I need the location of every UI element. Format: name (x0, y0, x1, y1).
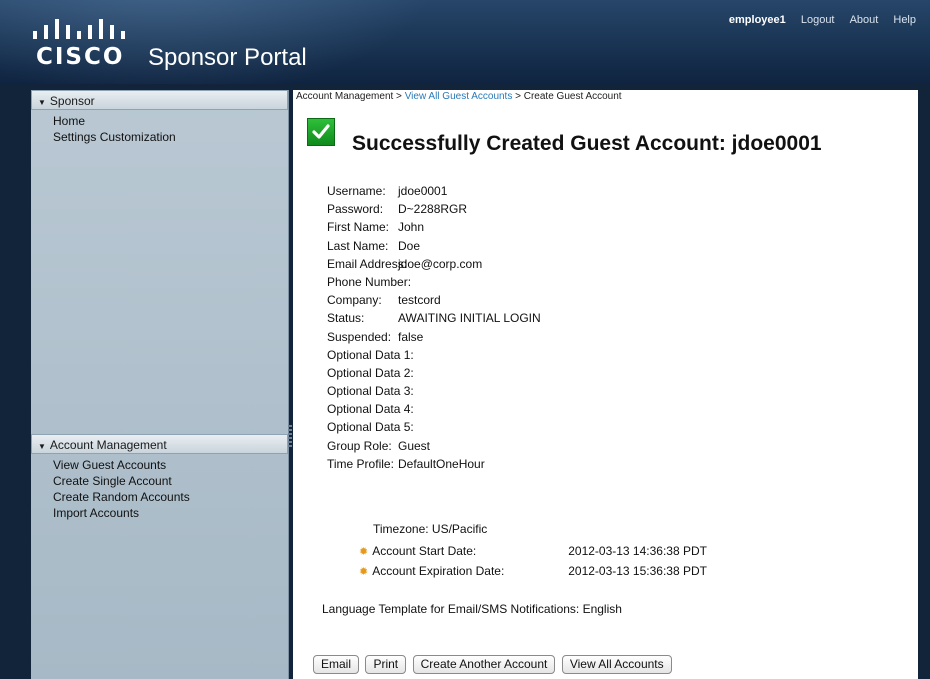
detail-value: John (398, 220, 425, 235)
breadcrumb-create-guest-account: > Create Guest Account (515, 91, 622, 102)
detail-label: Optional Data 5: (327, 420, 414, 435)
detail-label: Company: (327, 293, 382, 308)
account-details: Username: jdoe0001 Password: D~2288RGR Fir… (327, 182, 541, 473)
start-date-value: 2012-03-13 14:36:38 PDT (568, 544, 707, 558)
create-another-account-button[interactable]: Create Another Account (412, 655, 556, 674)
sidebar-item-home[interactable]: Home (53, 113, 288, 129)
expiration-date-label: Account Expiration Date: (372, 564, 505, 578)
detail-label: Group Role: (327, 438, 392, 453)
collapse-triangle-icon: ▼ (38, 442, 46, 451)
detail-row-status: Status: AWAITING INITIAL LOGIN (327, 309, 541, 327)
detail-row-time-profile: Time Profile: DefaultOneHour (327, 455, 541, 473)
detail-label: Password: (327, 202, 384, 217)
sidebar-item-settings-customization[interactable]: Settings Customization (53, 129, 288, 145)
detail-row-company: Company: testcord (327, 291, 541, 309)
detail-label: Optional Data 3: (327, 384, 414, 399)
collapse-triangle-icon: ▼ (38, 98, 46, 107)
action-buttons: Email Print Create Another Account View … (313, 655, 674, 674)
portal-title: Sponsor Portal (148, 44, 307, 71)
language-template-label: Language Template for Email/SMS Notifica… (322, 602, 622, 616)
account-management-section-header[interactable]: ▼ Account Management (31, 434, 288, 454)
print-button[interactable]: Print (365, 655, 407, 674)
logout-link[interactable]: Logout (801, 14, 835, 26)
help-link[interactable]: Help (893, 14, 916, 26)
account-start-date-row: ✹ Account Start Date: 2012-03-13 14:36:38 … (359, 544, 707, 558)
detail-row-first-name: First Name: John (327, 218, 541, 236)
detail-label: Optional Data 4: (327, 402, 414, 417)
start-date-label: Account Start Date: (372, 544, 477, 558)
detail-row-optional-5: Optional Data 5: (327, 418, 541, 436)
detail-row-optional-1: Optional Data 1: (327, 346, 541, 364)
account-management-section-title: Account Management (49, 438, 167, 452)
detail-label: Optional Data 2: (327, 365, 414, 380)
sponsor-section-title: Sponsor (49, 94, 95, 108)
detail-value: jdoe0001 (398, 184, 448, 198)
breadcrumb-view-all-guest-accounts-link[interactable]: View All Guest Accounts (405, 91, 513, 102)
main-content: Account Management > View All Guest Acco… (293, 90, 918, 679)
account-management-section: ▼ Account Management View Guest Accounts … (31, 434, 288, 521)
view-all-accounts-button[interactable]: View All Accounts (561, 655, 672, 674)
about-link[interactable]: About (850, 14, 879, 26)
sidebar-item-create-single-account[interactable]: Create Single Account (53, 473, 288, 489)
detail-label: Email Address: (327, 256, 408, 271)
detail-label: Suspended: (327, 329, 392, 344)
sidebar-item-create-random-accounts[interactable]: Create Random Accounts (53, 489, 288, 505)
detail-row-optional-3: Optional Data 3: (327, 382, 541, 400)
detail-value: testcord (398, 293, 441, 308)
detail-row-last-name: Last Name: Doe (327, 237, 541, 255)
detail-value: AWAITING INITIAL LOGIN (398, 311, 541, 326)
detail-row-email: Email Address:jdoe@corp.com (327, 255, 541, 273)
detail-value: D~2288RGR (398, 202, 468, 217)
account-expiration-date-row: ✹ Account Expiration Date: 2012-03-13 15:3… (359, 564, 707, 578)
email-button[interactable]: Email (313, 655, 360, 674)
breadcrumb-account-management: Account Management > (296, 91, 402, 102)
top-links: employee1 Logout About Help (717, 14, 916, 26)
sponsor-section: ▼ Sponsor Home Settings Customization (31, 90, 288, 145)
detail-label: Username: (327, 184, 386, 198)
detail-label: Last Name: (327, 238, 389, 253)
cisco-logo-text: CISCO (36, 44, 125, 70)
breadcrumb: Account Management > View All Guest Acco… (296, 91, 622, 102)
sponsor-section-header[interactable]: ▼ Sponsor (31, 90, 288, 110)
detail-row-password: Password: D~2288RGR (327, 200, 541, 218)
gear-icon: ✹ (359, 566, 369, 578)
current-user: employee1 (728, 14, 786, 26)
detail-row-optional-2: Optional Data 2: (327, 364, 541, 382)
detail-row-username: Username: jdoe0001 (327, 182, 541, 200)
detail-row-suspended: Suspended: false (327, 328, 541, 346)
detail-value: jdoe@corp.com (398, 256, 483, 271)
detail-value: false (398, 329, 424, 344)
detail-value: Guest (398, 438, 431, 453)
detail-label: Status: (327, 311, 365, 326)
gear-icon: ✹ (359, 546, 369, 558)
success-check-icon (307, 118, 335, 146)
cisco-logo-bars-icon (33, 19, 125, 39)
sidebar-item-import-accounts[interactable]: Import Accounts (53, 505, 288, 521)
timezone-label: Timezone: US/Pacific (373, 522, 488, 536)
detail-label: Time Profile: (327, 456, 394, 471)
detail-label: Optional Data 1: (327, 347, 414, 362)
detail-label: Phone Number: (327, 274, 412, 289)
detail-row-phone: Phone Number: (327, 273, 541, 291)
expiration-date-value: 2012-03-13 15:36:38 PDT (568, 564, 707, 578)
sidebar-item-view-guest-accounts[interactable]: View Guest Accounts (53, 457, 288, 473)
detail-value: Doe (398, 238, 421, 253)
detail-label: First Name: (327, 220, 390, 235)
sidebar-resize-handle[interactable] (288, 425, 292, 447)
detail-row-group-role: Group Role: Guest (327, 437, 541, 455)
portal-header: CISCO Sponsor Portal employee1 Logout Ab… (0, 0, 930, 84)
sidebar: ▼ Sponsor Home Settings Customization ▼ Ac… (31, 90, 289, 679)
detail-value: DefaultOneHour (398, 456, 485, 471)
detail-row-optional-4: Optional Data 4: (327, 400, 541, 418)
success-title: Successfully Created Guest Account: jdoe… (352, 132, 822, 155)
